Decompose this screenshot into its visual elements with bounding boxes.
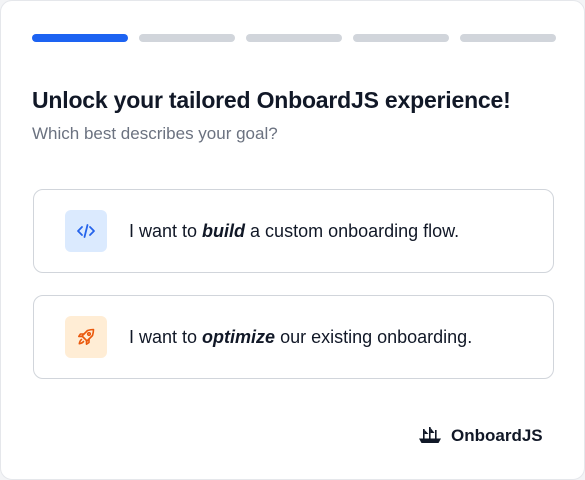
- progress-step-5: [460, 34, 556, 42]
- option-build-emphasis: build: [202, 220, 246, 241]
- progress-step-1: [32, 34, 128, 42]
- option-optimize-emphasis: optimize: [202, 326, 276, 347]
- progress-step-4: [353, 34, 449, 42]
- option-optimize-button[interactable]: I want to optimize our existing onboardi…: [33, 295, 554, 379]
- rocket-icon: [65, 316, 107, 358]
- progress-step-2: [139, 34, 235, 42]
- progress-step-3: [246, 34, 342, 42]
- option-optimize-label: I want to optimize our existing onboardi…: [129, 326, 473, 347]
- option-build-label: I want to build a custom onboarding flow…: [129, 220, 460, 241]
- ship-logo-icon: [419, 427, 441, 443]
- step-progress-bar: [32, 34, 556, 42]
- onboarding-card: Unlock your tailored OnboardJS experienc…: [0, 0, 585, 480]
- page-subtitle: Which best describes your goal?: [32, 124, 278, 143]
- option-build-button[interactable]: I want to build a custom onboarding flow…: [33, 189, 554, 273]
- code-icon: [65, 210, 107, 252]
- brand-footer: OnboardJS: [418, 426, 543, 446]
- page-title: Unlock your tailored OnboardJS experienc…: [32, 87, 511, 113]
- brand-name: OnboardJS: [451, 426, 543, 445]
